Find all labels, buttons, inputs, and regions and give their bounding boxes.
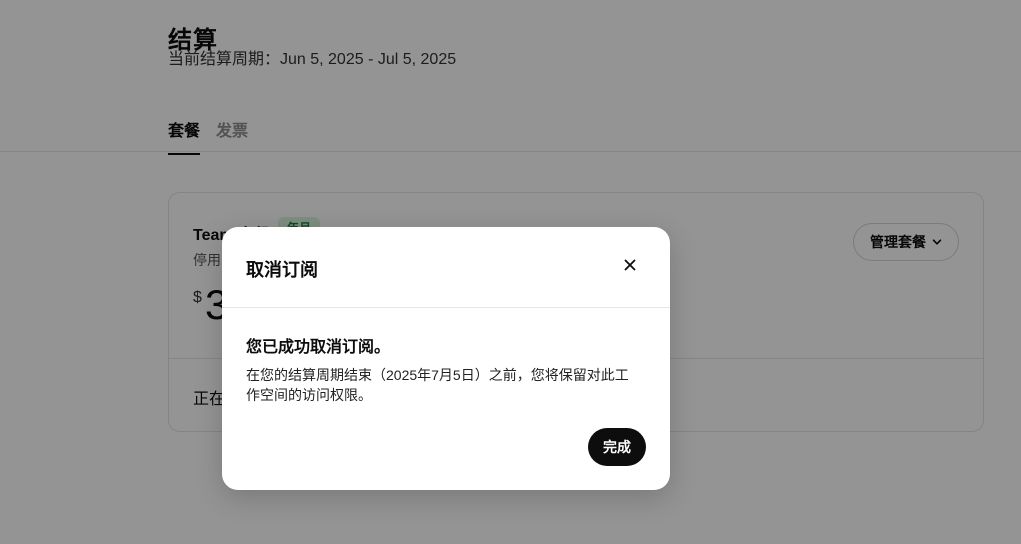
dialog-divider bbox=[222, 307, 670, 308]
cancel-subscription-dialog: 取消订阅 您已成功取消订阅。 在您的结算周期结束（2025年7月5日）之前，您将… bbox=[222, 227, 670, 490]
dialog-title: 取消订阅 bbox=[246, 260, 318, 280]
dialog-heading: 您已成功取消订阅。 bbox=[246, 339, 391, 356]
billing-page: 结算 当前结算周期：Jun 5, 2025 - Jul 5, 2025 套餐 发… bbox=[0, 0, 1021, 544]
close-button[interactable] bbox=[616, 253, 644, 281]
done-button[interactable]: 完成 bbox=[588, 428, 646, 466]
dialog-body-text: 在您的结算周期结束（2025年7月5日）之前，您将保留对此工作空间的访问权限。 bbox=[246, 367, 629, 403]
close-icon bbox=[624, 258, 636, 276]
